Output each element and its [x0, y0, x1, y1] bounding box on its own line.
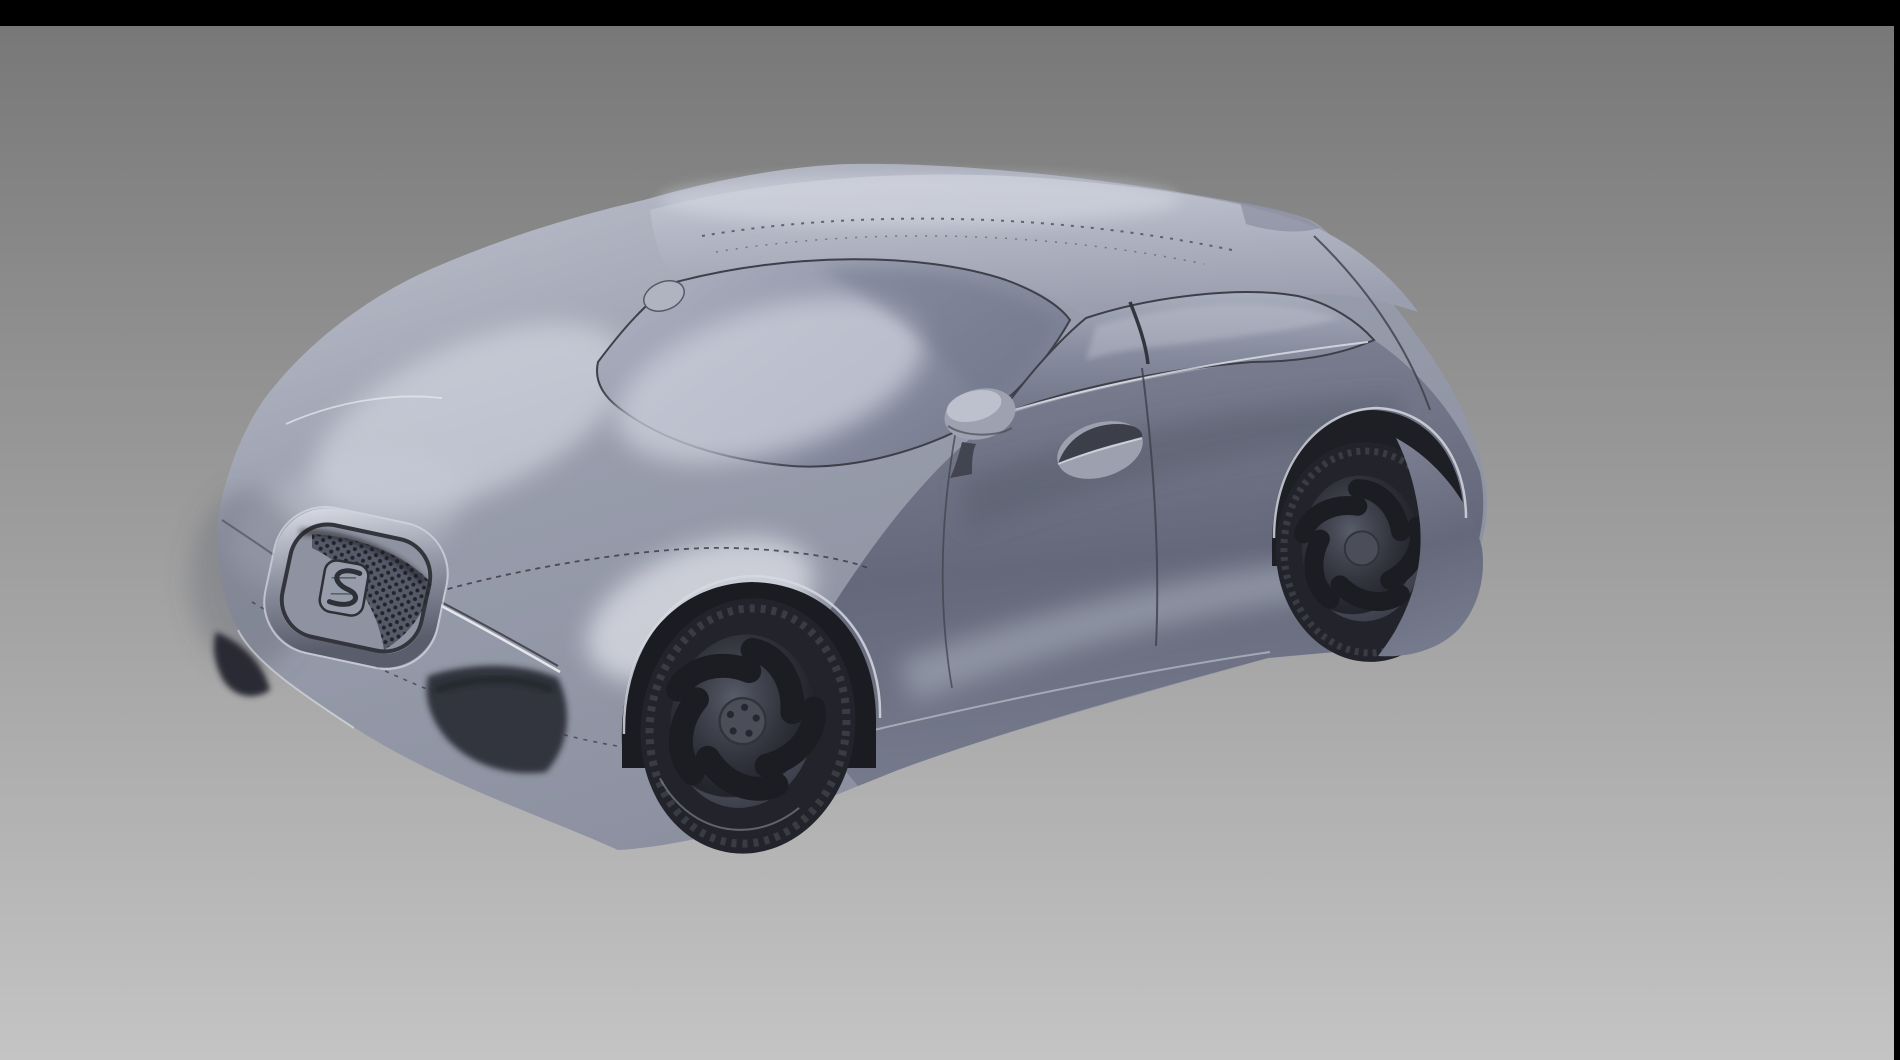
viewport-canvas[interactable] — [0, 0, 1900, 1060]
right-letterbox-bar — [1894, 0, 1900, 1060]
brand-badge — [318, 559, 370, 618]
application-window — [0, 0, 1900, 1060]
top-letterbox-bar — [0, 0, 1900, 26]
roof-highlight — [660, 174, 1180, 226]
